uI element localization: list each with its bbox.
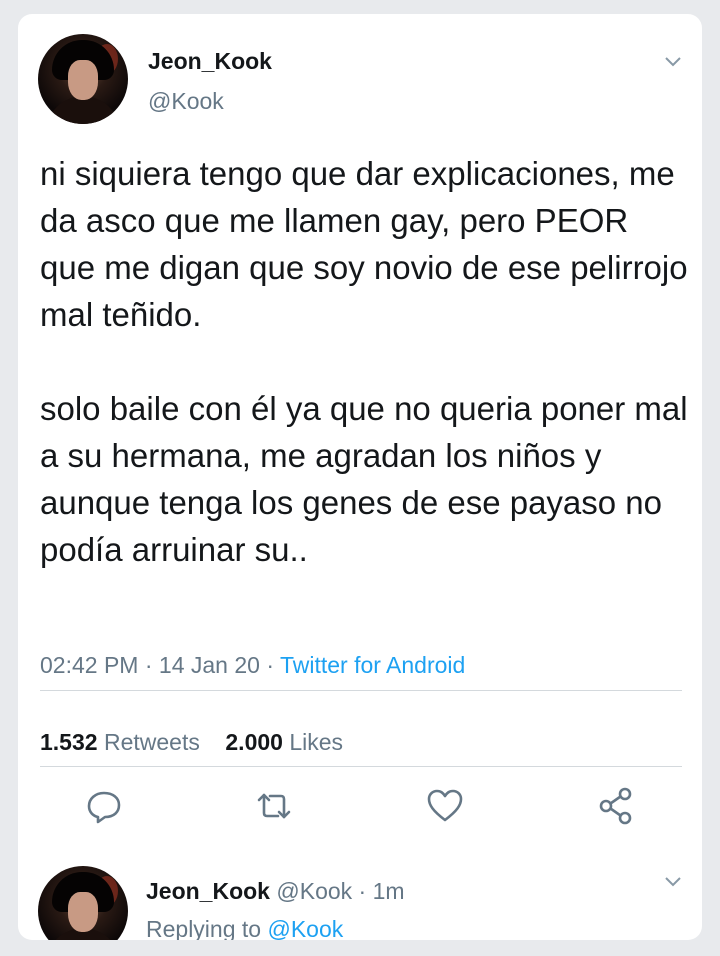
tweet-paragraph: solo baile con él ya que no queria poner… xyxy=(40,390,688,568)
likes-label: Likes xyxy=(289,729,344,755)
replying-prefix: Replying to xyxy=(146,916,262,940)
retweets-count: 1.532 xyxy=(40,729,98,755)
tweet-card: Jeon_Kook @Kook ni siquiera tengo que da… xyxy=(18,14,702,940)
like-icon[interactable] xyxy=(425,786,465,826)
tweet-date: 14 Jan 20 xyxy=(158,652,260,678)
retweet-icon[interactable] xyxy=(254,786,294,826)
retweets-label: Retweets xyxy=(103,729,200,755)
separator: · xyxy=(352,878,373,904)
display-name[interactable]: Jeon_Kook xyxy=(148,48,272,75)
tweet-metadata: 02:42 PM · 14 Jan 20 · Twitter for Andro… xyxy=(40,652,465,679)
tweet-time: 02:42 PM xyxy=(40,652,139,678)
likes-count: 2.000 xyxy=(225,729,283,755)
user-handle[interactable]: @Kook xyxy=(148,88,224,115)
likes-stat[interactable]: 2.000 Likes xyxy=(225,729,343,755)
tweet-stats: 1.532 Retweets 2.000 Likes xyxy=(40,729,343,756)
chevron-down-icon[interactable] xyxy=(664,52,682,70)
separator: · xyxy=(138,652,159,678)
tweet-text: ni siquiera tengo que dar explicaciones,… xyxy=(40,150,690,573)
replying-mention-link[interactable]: @Kook xyxy=(267,916,343,940)
reply-handle[interactable]: @Kook xyxy=(276,878,352,904)
share-icon[interactable] xyxy=(596,786,636,826)
divider xyxy=(40,766,682,767)
tweet-source-link[interactable]: Twitter for Android xyxy=(280,652,465,678)
tweet-paragraph: ni siquiera tengo que dar explicaciones,… xyxy=(40,155,688,333)
replying-to: Replying to @Kook xyxy=(146,916,343,940)
reply-display-name[interactable]: Jeon_Kook xyxy=(146,878,270,904)
chevron-down-icon[interactable] xyxy=(664,872,682,890)
reply-avatar[interactable] xyxy=(38,866,128,940)
divider xyxy=(40,690,682,691)
reply-icon[interactable] xyxy=(84,786,124,826)
avatar[interactable] xyxy=(38,34,128,124)
reply-time: 1m xyxy=(372,878,405,904)
separator: · xyxy=(259,652,280,678)
retweets-stat[interactable]: 1.532 Retweets xyxy=(40,729,200,755)
reply-header: Jeon_Kook @Kook · 1m xyxy=(146,878,405,905)
